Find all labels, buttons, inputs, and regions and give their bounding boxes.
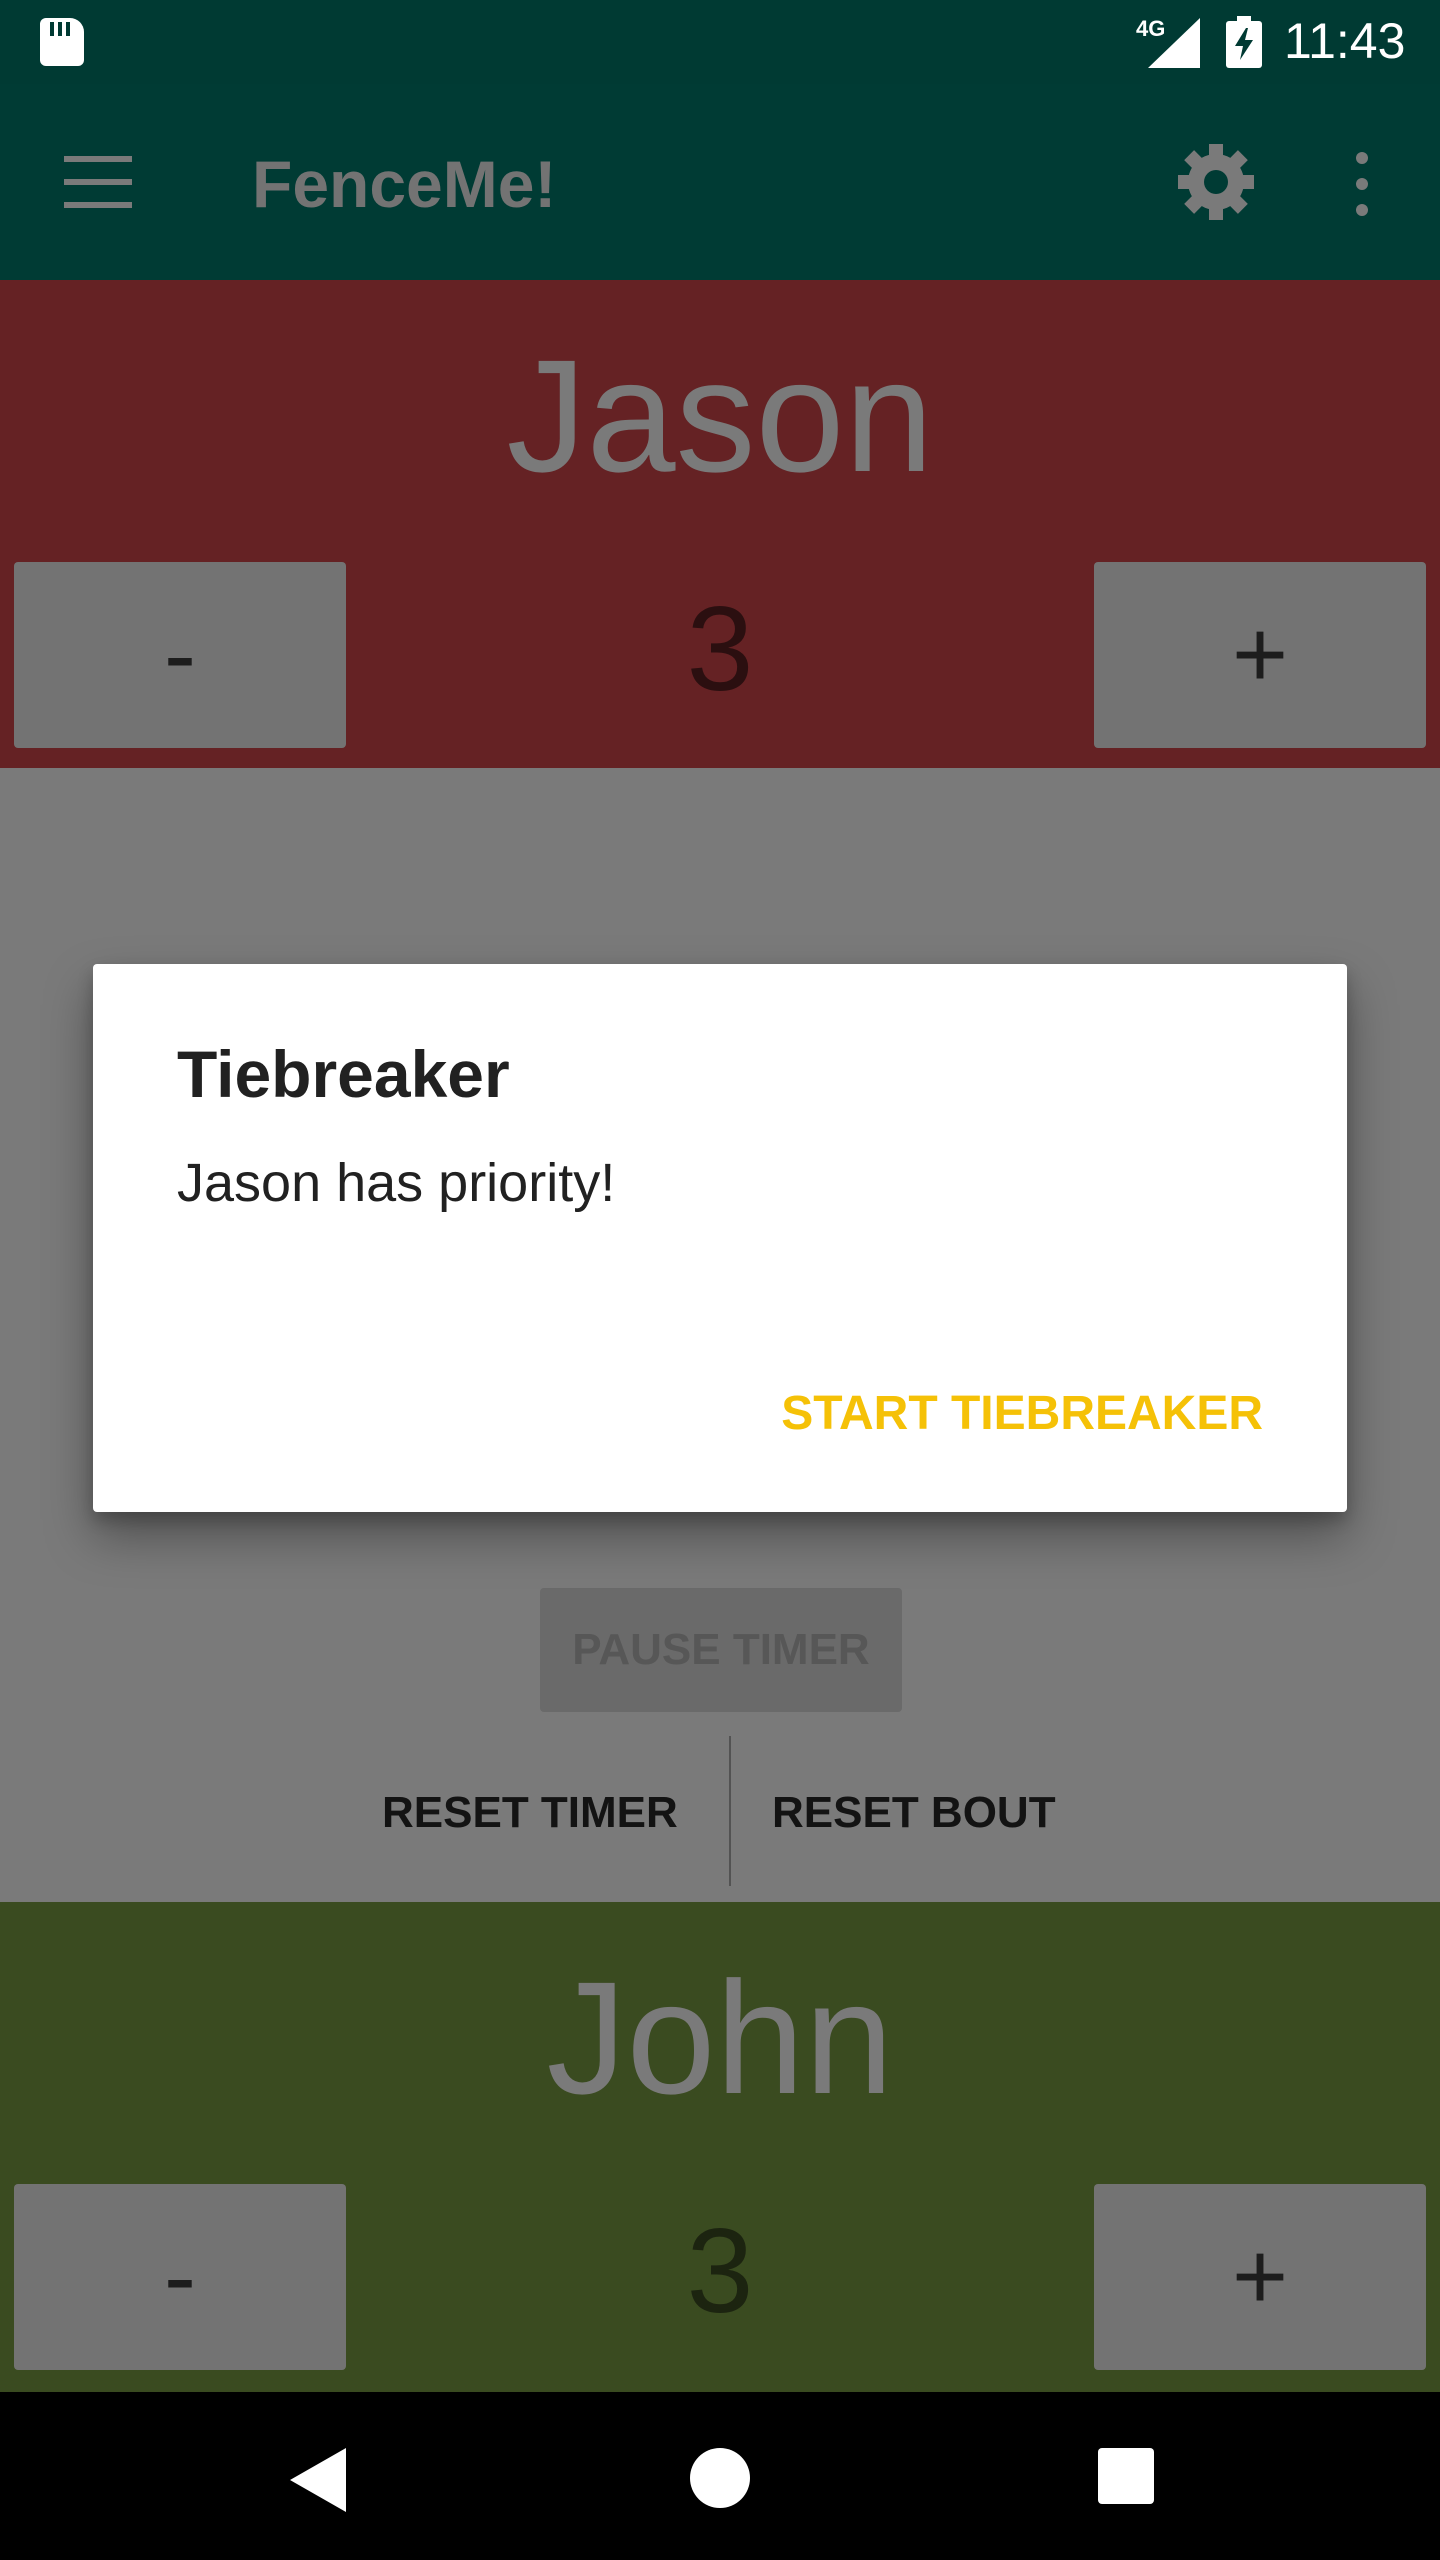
status-bar: 4G 11:43 — [0, 0, 1440, 84]
reset-bout-button[interactable]: RESET BOUT — [772, 1788, 1056, 1838]
bottom-player-name[interactable]: John — [0, 1946, 1440, 2130]
back-icon[interactable] — [290, 2448, 346, 2512]
menu-icon[interactable] — [64, 156, 132, 208]
battery-charging-icon — [1226, 16, 1262, 68]
cell-signal-icon — [1148, 18, 1200, 68]
overflow-menu-icon[interactable] — [1350, 152, 1374, 216]
button-divider — [729, 1736, 731, 1886]
home-icon[interactable] — [690, 2448, 750, 2508]
app-bar: FenceMe! — [0, 84, 1440, 280]
sd-card-icon — [40, 18, 84, 66]
recents-icon[interactable] — [1098, 2448, 1154, 2504]
dialog-message: Jason has priority! — [177, 1153, 616, 1213]
tiebreaker-dialog: Tiebreaker Jason has priority! START TIE… — [93, 964, 1347, 1512]
reset-timer-button[interactable]: RESET TIMER — [382, 1788, 678, 1838]
pause-timer-button[interactable]: PAUSE TIMER — [540, 1588, 902, 1712]
top-player-panel: Jason - 3 + — [0, 280, 1440, 768]
app-title: FenceMe! — [252, 147, 557, 221]
start-tiebreaker-button[interactable]: START TIEBREAKER — [781, 1386, 1263, 1441]
bottom-player-panel: John - 3 + — [0, 1902, 1440, 2392]
dialog-title: Tiebreaker — [177, 1037, 510, 1111]
navigation-bar — [0, 2392, 1440, 2560]
clock: 11:43 — [1284, 13, 1406, 69]
top-player-name[interactable]: Jason — [0, 324, 1440, 508]
top-player-increment-button[interactable]: + — [1094, 562, 1426, 748]
settings-gear-icon[interactable] — [1178, 144, 1254, 220]
bottom-player-increment-button[interactable]: + — [1094, 2184, 1426, 2370]
